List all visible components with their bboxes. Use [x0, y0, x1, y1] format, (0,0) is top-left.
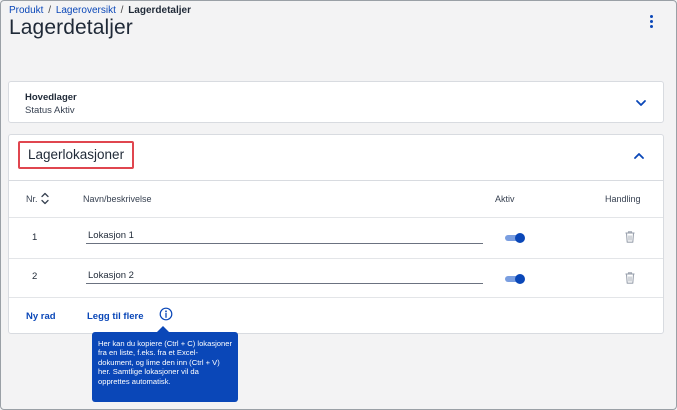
breadcrumb-separator: / — [120, 5, 124, 16]
row-divider — [9, 297, 663, 298]
row-divider — [9, 217, 663, 218]
warehouse-name: Hovedlager — [25, 92, 77, 103]
paste-help-tooltip: Her kan du kopiere (Ctrl + C) lokasjoner… — [92, 332, 238, 402]
row-divider — [9, 258, 663, 259]
chevron-up-icon[interactable] — [633, 152, 645, 160]
info-icon[interactable] — [159, 307, 173, 321]
location-name-input[interactable] — [86, 268, 483, 284]
more-vertical-icon[interactable] — [644, 12, 658, 30]
column-header-action: Handling — [605, 194, 641, 204]
column-header-name: Navn/beskrivelse — [83, 194, 152, 204]
main-warehouse-card: Hovedlager Status Aktiv — [8, 81, 664, 123]
new-row-button[interactable]: Ny rad — [26, 311, 56, 322]
warehouse-status: Status Aktiv — [25, 105, 75, 116]
breadcrumb-link-lageroversikt[interactable]: Lageroversikt — [56, 5, 116, 16]
active-toggle[interactable] — [504, 232, 526, 244]
add-more-button[interactable]: Legg til flere — [87, 311, 143, 322]
locations-header: Lagerlokasjoner — [9, 135, 663, 181]
column-header-nr: Nr. — [26, 194, 38, 204]
row-number: 1 — [32, 232, 38, 243]
page-title: Lagerdetaljer — [9, 16, 133, 39]
breadcrumb-link-produkt[interactable]: Produkt — [9, 5, 43, 16]
breadcrumb-separator: / — [48, 5, 52, 16]
breadcrumb: Produkt / Lageroversikt / Lagerdetaljer — [9, 5, 191, 16]
column-header-active: Aktiv — [495, 194, 515, 204]
row-number: 2 — [32, 271, 38, 282]
trash-icon[interactable] — [625, 231, 635, 243]
locations-card: Lagerlokasjoner Nr. Navn/beskrivelse Akt… — [8, 134, 664, 334]
chevron-down-icon[interactable] — [635, 99, 647, 107]
trash-icon[interactable] — [625, 272, 635, 284]
location-name-input[interactable] — [86, 228, 483, 244]
locations-title: Lagerlokasjoner — [18, 141, 135, 169]
sort-icon[interactable] — [41, 192, 49, 205]
breadcrumb-current: Lagerdetaljer — [128, 5, 191, 16]
active-toggle[interactable] — [504, 273, 526, 285]
